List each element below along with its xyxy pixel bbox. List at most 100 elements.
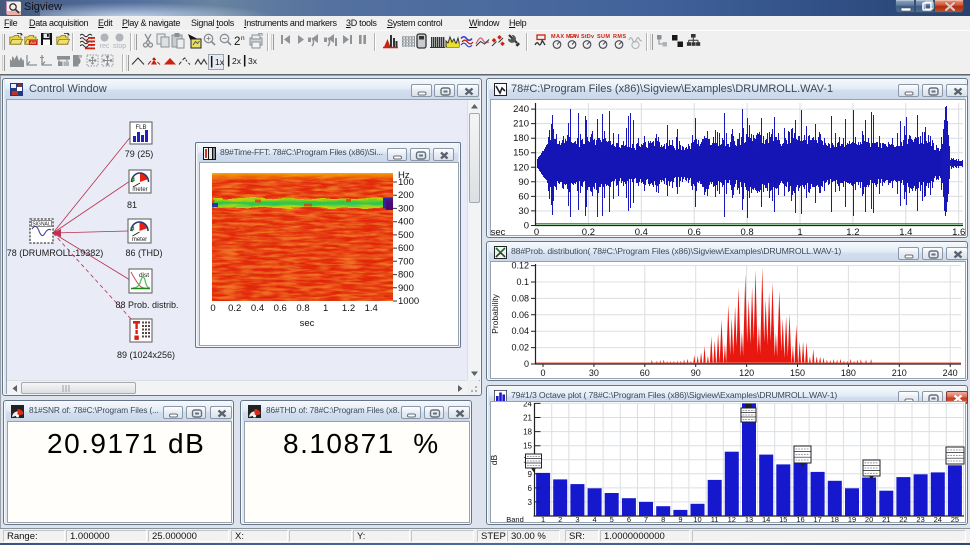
svg-text:700: 700 [398, 256, 414, 267]
svg-text:210: 210 [892, 368, 907, 378]
svg-text:8: 8 [661, 515, 665, 524]
svg-text:0.1: 0.1 [516, 277, 529, 287]
svg-text:13: 13 [745, 515, 753, 524]
svg-text:0.12: 0.12 [511, 262, 529, 271]
svg-text:1.2: 1.2 [342, 303, 355, 314]
svg-text:sec: sec [491, 227, 506, 237]
svg-text:5: 5 [610, 515, 614, 524]
svg-text:180: 180 [841, 368, 856, 378]
svg-text:0.8: 0.8 [296, 303, 309, 314]
svg-text:78 (DRUMROLL;19382): 78 (DRUMROLL;19382) [7, 248, 103, 258]
svg-text:21: 21 [523, 414, 532, 423]
svg-text:17: 17 [813, 515, 821, 524]
svg-text:3: 3 [575, 515, 579, 524]
svg-text:StDv: StDv [581, 34, 595, 40]
svg-text:24: 24 [523, 402, 532, 408]
svg-text:1: 1 [323, 303, 328, 314]
svg-text:240: 240 [943, 368, 958, 378]
svg-text:SUM: SUM [597, 34, 610, 40]
svg-text:900: 900 [398, 283, 414, 294]
svg-text:21: 21 [882, 515, 890, 524]
svg-text:25: 25 [951, 515, 959, 524]
svg-text:89 (1024x256): 89 (1024x256) [117, 350, 175, 360]
svg-text:rec: rec [100, 43, 110, 50]
svg-text:1.6: 1.6 [952, 227, 965, 237]
svg-text:240: 240 [513, 104, 529, 115]
svg-text:dB: dB [491, 454, 499, 465]
svg-text:0.04: 0.04 [511, 326, 529, 336]
svg-text:AVI: AVI [30, 40, 36, 45]
svg-text:81: 81 [127, 200, 137, 210]
svg-text:meter: meter [132, 237, 147, 243]
svg-text:0.8: 0.8 [740, 227, 753, 237]
svg-text:22: 22 [899, 515, 907, 524]
svg-text:1.4: 1.4 [899, 227, 912, 237]
svg-text:1.4: 1.4 [365, 303, 378, 314]
svg-text:stop: stop [113, 43, 126, 50]
svg-text:15: 15 [523, 442, 532, 451]
svg-text:150: 150 [513, 148, 529, 159]
svg-text:0.6: 0.6 [274, 303, 287, 314]
svg-text:0.4: 0.4 [635, 227, 648, 237]
svg-text:30: 30 [518, 206, 529, 217]
svg-text:88 Prob. distrib.: 88 Prob. distrib. [115, 300, 178, 310]
svg-text:Band: Band [506, 515, 524, 524]
svg-text:24: 24 [934, 515, 942, 524]
svg-text:1: 1 [797, 227, 802, 237]
svg-text:400: 400 [398, 217, 414, 228]
svg-text:800: 800 [398, 270, 414, 281]
svg-text:86 (THD): 86 (THD) [125, 248, 162, 258]
svg-text:0: 0 [210, 303, 215, 314]
svg-text:23: 23 [916, 515, 924, 524]
svg-text:6: 6 [627, 515, 631, 524]
svg-text:16: 16 [796, 515, 804, 524]
svg-text:60: 60 [518, 191, 529, 202]
svg-text:3: 3 [528, 498, 533, 507]
svg-text:18: 18 [523, 428, 532, 437]
svg-text:1.2: 1.2 [846, 227, 859, 237]
svg-text:0.2: 0.2 [228, 303, 241, 314]
svg-text:12: 12 [728, 515, 736, 524]
svg-text:0: 0 [524, 359, 529, 369]
svg-text:15: 15 [779, 515, 787, 524]
svg-text:9: 9 [678, 515, 682, 524]
svg-text:18: 18 [831, 515, 839, 524]
svg-text:0: 0 [540, 368, 545, 378]
svg-text:1: 1 [541, 515, 545, 524]
svg-text:14: 14 [762, 515, 770, 524]
svg-text:120: 120 [739, 368, 754, 378]
svg-text:2: 2 [558, 515, 562, 524]
svg-text:10: 10 [693, 515, 701, 524]
svg-text:0: 0 [534, 227, 539, 237]
svg-text:1000: 1000 [398, 296, 419, 307]
svg-text:90: 90 [518, 177, 529, 188]
svg-text:210: 210 [513, 119, 529, 130]
svg-text:0.06: 0.06 [511, 310, 529, 320]
svg-text:7: 7 [644, 515, 648, 524]
svg-text:RMS: RMS [613, 34, 626, 40]
svg-text:60: 60 [640, 368, 650, 378]
svg-text:n: n [241, 35, 245, 42]
svg-text:MEAN: MEAN [566, 34, 579, 40]
svg-text:meter: meter [132, 187, 147, 193]
svg-text:0.08: 0.08 [511, 293, 529, 303]
svg-text:600: 600 [398, 243, 414, 254]
svg-text:20: 20 [865, 515, 873, 524]
svg-text:0.2: 0.2 [582, 227, 595, 237]
svg-text:11: 11 [711, 515, 719, 524]
svg-text:0.02: 0.02 [511, 343, 529, 353]
svg-text:120: 120 [513, 162, 529, 173]
svg-text:200: 200 [398, 190, 414, 201]
svg-text:6: 6 [528, 484, 533, 493]
svg-text:0.4: 0.4 [251, 303, 264, 314]
svg-text:0.6: 0.6 [688, 227, 701, 237]
svg-text:Probability: Probability [491, 293, 500, 333]
svg-text:FLB: FLB [135, 125, 146, 131]
svg-text:79 (25): 79 (25) [125, 149, 154, 159]
svg-text:30: 30 [589, 368, 599, 378]
svg-text:90: 90 [691, 368, 701, 378]
svg-text:150: 150 [790, 368, 805, 378]
svg-text:0: 0 [524, 221, 529, 232]
svg-text:180: 180 [513, 133, 529, 144]
svg-text:2: 2 [234, 36, 240, 48]
